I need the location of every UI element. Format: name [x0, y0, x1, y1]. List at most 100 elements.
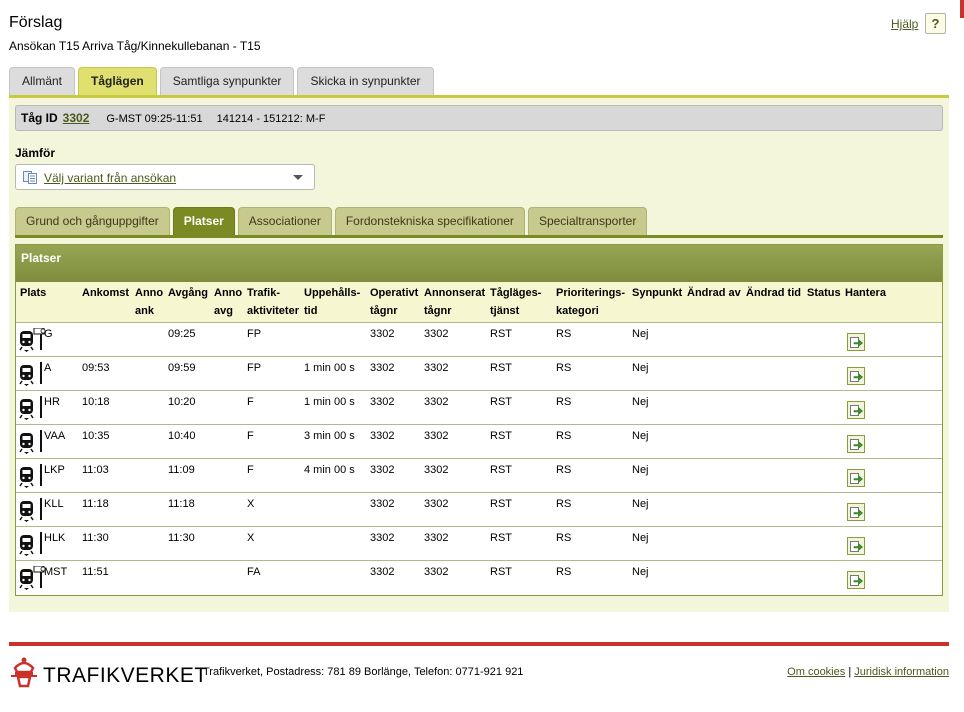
cell-plats: HLK — [44, 532, 66, 544]
cell-synpunkt: Nej — [632, 430, 649, 442]
col-prio: Prioriterings- — [556, 287, 626, 299]
cell-trafik: FP — [247, 328, 262, 340]
main-tabs: Allmänt Tåglägen Samtliga synpunkter Ski… — [9, 67, 437, 96]
cell-trafik: FP — [247, 362, 262, 374]
train-id-link[interactable]: 3302 — [63, 111, 90, 125]
subtab-specialtransporter[interactable]: Specialtransporter — [527, 207, 648, 235]
export-arrow-icon — [850, 337, 863, 348]
subtab-associationer[interactable]: Associationer — [237, 207, 332, 235]
cell-operativt: 3302 — [370, 498, 395, 510]
cell-annonserat: 3302 — [424, 532, 449, 544]
train-station-end-icon — [19, 328, 46, 352]
cell-prio: RS — [556, 430, 572, 442]
train-period: 141214 - 151212: M-F — [216, 113, 326, 125]
subtab-fordonstekniska[interactable]: Fordonstekniska specifikationer — [334, 207, 525, 235]
cell-annonserat: 3302 — [424, 566, 449, 578]
col-taglage: Tågläges- — [490, 287, 542, 299]
cell-prio: RS — [556, 498, 572, 510]
tab-taglagen[interactable]: Tåglägen — [78, 67, 157, 96]
cell-taglage: RST — [490, 532, 512, 544]
cell-ankomst: 11:51 — [82, 566, 109, 578]
table-title: Platser — [16, 245, 942, 282]
table-row: LKP 11:03 11:09 F 4 min 00 s 3302 3302 RST RS Nej — [16, 459, 942, 493]
col-anno-avg-sub: avg — [214, 305, 233, 317]
table-row: KLL 11:18 11:18 X 3302 3302 RST RS Nej — [16, 493, 942, 527]
window-edge-accent — [960, 0, 964, 18]
subtab-grund[interactable]: Grund och gånguppgifter — [15, 207, 170, 235]
hantera-button[interactable] — [847, 435, 865, 453]
tab-skicka-in-synpunkter[interactable]: Skicka in synpunkter — [297, 67, 434, 96]
table-row: G 09:25 FP 3302 3302 RST RS Nej — [16, 323, 942, 357]
cookies-link[interactable]: Om cookies — [787, 666, 845, 678]
document-compare-icon — [23, 171, 37, 184]
cell-plats: HR — [44, 396, 60, 408]
col-trafik-sub: aktiviteter — [247, 305, 299, 317]
cell-taglage: RST — [490, 430, 512, 442]
col-andrad-tid: Ändrad tid — [746, 287, 801, 299]
cell-prio: RS — [556, 362, 572, 374]
legal-info-link[interactable]: Juridisk information — [854, 666, 949, 678]
cell-operativt: 3302 — [370, 430, 395, 442]
cell-avgang: 11:18 — [168, 498, 195, 510]
main-panel: Tåg ID 3302 G-MST 09:25-11:51 141214 - 1512… — [9, 98, 949, 612]
cell-ankomst: 11:18 — [82, 498, 109, 510]
hantera-button[interactable] — [847, 469, 865, 487]
cell-ankomst: 11:03 — [82, 464, 109, 476]
page-title: Förslag — [9, 14, 63, 31]
col-avgang: Avgång — [168, 287, 208, 299]
export-arrow-icon — [850, 371, 863, 382]
help-link[interactable]: Hjälp — [891, 17, 918, 31]
cell-prio: RS — [556, 464, 572, 476]
tab-allmant[interactable]: Allmänt — [9, 67, 76, 96]
col-prio-sub: kategori — [556, 305, 599, 317]
cell-uppehall: 3 min 00 s — [304, 430, 355, 442]
cell-avgang: 09:25 — [168, 328, 196, 340]
tab-samtliga-synpunkter[interactable]: Samtliga synpunkter — [159, 67, 295, 96]
cell-plats: A — [44, 362, 52, 374]
platser-table: Platser Plats Ankomst Anno ank Avgång An… — [15, 244, 943, 596]
cell-synpunkt: Nej — [632, 498, 649, 510]
cell-operativt: 3302 — [370, 532, 395, 544]
export-arrow-icon — [850, 575, 863, 586]
cell-synpunkt: Nej — [632, 464, 649, 476]
col-plats: Plats — [20, 287, 47, 299]
export-arrow-icon — [850, 541, 863, 552]
col-anno-avg: Anno — [214, 287, 243, 299]
cell-trafik: F — [247, 430, 254, 442]
cell-synpunkt: Nej — [632, 328, 649, 340]
cell-annonserat: 3302 — [424, 498, 449, 510]
footer-contact-info: Trafikverket, Postadress: 781 89 Borläng… — [203, 666, 524, 678]
col-hantera: Hantera — [845, 287, 886, 299]
cell-avgang: 11:30 — [168, 532, 195, 544]
hantera-button[interactable] — [847, 333, 865, 351]
col-andrad-av: Ändrad av — [687, 287, 741, 299]
cell-taglage: RST — [490, 396, 512, 408]
crown-logo-icon — [11, 657, 37, 688]
train-icon — [19, 532, 42, 556]
variant-select[interactable]: Välj variant från ansökan — [15, 164, 315, 190]
hantera-button[interactable] — [847, 503, 865, 521]
col-operativt: Operativt — [370, 287, 419, 299]
col-synpunkt: Synpunkt — [632, 287, 683, 299]
table-row: HR 10:18 10:20 F 1 min 00 s 3302 3302 RST RS Nej — [16, 391, 942, 425]
footer-divider — [9, 642, 949, 646]
cell-uppehall: 4 min 00 s — [304, 464, 355, 476]
hantera-button[interactable] — [847, 571, 865, 589]
hantera-button[interactable] — [847, 401, 865, 419]
table-row: MST 11:51 FA 3302 3302 RST RS Nej — [16, 561, 942, 595]
subtab-platser[interactable]: Platser — [172, 207, 235, 235]
cell-taglage: RST — [490, 328, 512, 340]
hantera-button[interactable] — [847, 367, 865, 385]
cell-synpunkt: Nej — [632, 362, 649, 374]
train-station-end-icon — [19, 566, 46, 590]
cell-prio: RS — [556, 532, 572, 544]
export-arrow-icon — [850, 405, 863, 416]
help-button[interactable]: ? — [925, 13, 946, 34]
cell-ankomst: 11:30 — [82, 532, 109, 544]
col-uppehall: Uppehålls- — [304, 287, 361, 299]
cell-plats: LKP — [44, 464, 65, 476]
hantera-button[interactable] — [847, 537, 865, 555]
cell-taglage: RST — [490, 498, 512, 510]
cell-prio: RS — [556, 396, 572, 408]
cell-taglage: RST — [490, 464, 512, 476]
